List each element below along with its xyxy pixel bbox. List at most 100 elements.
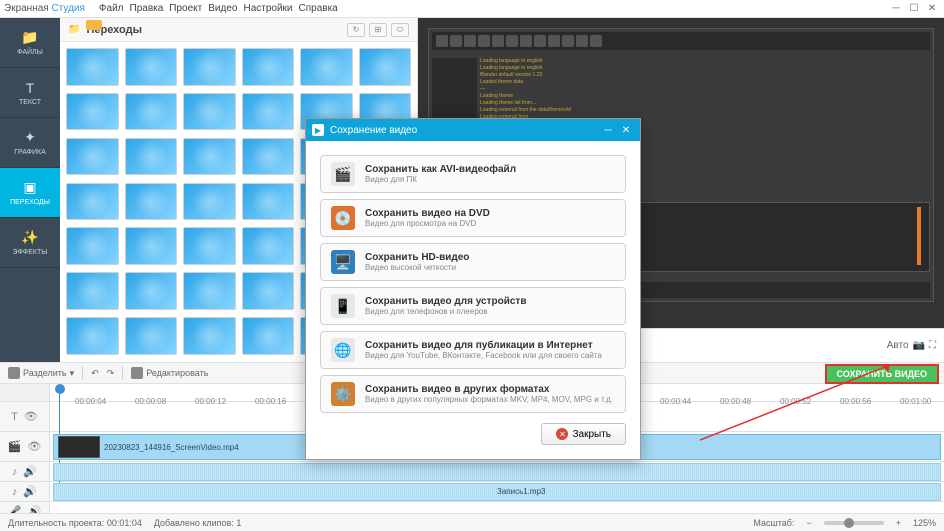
close-icon: ✕ xyxy=(556,428,568,440)
menu-bar: Файл Правка Проект Видео Настройки Справ… xyxy=(99,3,338,14)
snapshot-icon[interactable]: 📷 xyxy=(913,340,925,351)
visibility-icon[interactable]: 👁 xyxy=(24,410,38,423)
audio-track-2: ♪ 🔊 Запись1.mp3 xyxy=(0,482,944,502)
save-option-1[interactable]: 💿Сохранить видео на DVDВидео для просмот… xyxy=(320,199,626,237)
transition-thumb[interactable] xyxy=(242,272,295,310)
transition-thumb[interactable] xyxy=(66,317,119,355)
transition-thumb[interactable] xyxy=(125,317,178,355)
transition-thumb[interactable] xyxy=(125,183,178,221)
title-bar: Экранная Студия Файл Правка Проект Видео… xyxy=(0,0,944,18)
audio-clip[interactable] xyxy=(53,463,941,481)
transition-thumb[interactable] xyxy=(359,48,412,86)
sidebar-item-эффекты[interactable]: ✨ЭФФЕКТЫ xyxy=(0,218,60,268)
option-icon: 🖥️ xyxy=(331,250,355,274)
sidebar-icon: ✨ xyxy=(21,229,38,246)
playhead[interactable] xyxy=(55,384,65,394)
sidebar-icon: 📁 xyxy=(21,29,38,46)
transition-thumb[interactable] xyxy=(125,138,178,176)
menu-settings[interactable]: Настройки xyxy=(243,3,292,14)
dialog-icon: ▶ xyxy=(312,124,324,136)
split-button[interactable]: Разделить▾ xyxy=(8,367,74,379)
sidebar-icon: T xyxy=(26,80,35,96)
transition-thumb[interactable] xyxy=(183,93,236,131)
option-icon: 🌐 xyxy=(331,338,355,362)
transition-thumb[interactable] xyxy=(66,227,119,265)
menu-video[interactable]: Видео xyxy=(208,3,237,14)
save-video-dialog: ▶ Сохранение видео ─ ✕ 🎬Сохранить как AV… xyxy=(305,118,641,460)
transition-thumb[interactable] xyxy=(242,138,295,176)
option-icon: ⚙️ xyxy=(331,382,355,406)
auto-label: Авто xyxy=(887,340,909,351)
save-video-button[interactable]: СОХРАНИТЬ ВИДЕО xyxy=(825,364,939,384)
zoom-slider[interactable] xyxy=(824,521,884,525)
transition-thumb[interactable] xyxy=(242,183,295,221)
zoom-in-icon[interactable]: + xyxy=(896,518,901,528)
left-sidebar: 📁ФАЙЛЫTТЕКСТ✦ГРАФИКА▣ПЕРЕХОДЫ✨ЭФФЕКТЫ xyxy=(0,18,60,362)
option-icon: 📱 xyxy=(331,294,355,318)
transition-thumb[interactable] xyxy=(125,227,178,265)
transition-thumb[interactable] xyxy=(242,227,295,265)
fullscreen-icon[interactable]: ⛶ xyxy=(929,340,936,351)
menu-file[interactable]: Файл xyxy=(99,3,124,14)
sidebar-icon: ▣ xyxy=(23,179,36,196)
sidebar-item-переходы[interactable]: ▣ПЕРЕХОДЫ xyxy=(0,168,60,218)
transition-thumb[interactable] xyxy=(66,93,119,131)
audio-clip-2[interactable]: Запись1.mp3 xyxy=(53,483,941,501)
transition-thumb[interactable] xyxy=(66,48,119,86)
audio-track-1: ♪🔊 xyxy=(0,462,944,482)
dialog-minimize[interactable]: ─ xyxy=(600,123,616,137)
folder-icon: 📁 xyxy=(68,24,80,35)
sidebar-item-файлы[interactable]: 📁ФАЙЛЫ xyxy=(0,18,60,68)
toggle-icon[interactable]: ⬭ xyxy=(391,23,409,37)
transition-thumb[interactable] xyxy=(183,183,236,221)
option-icon: 💿 xyxy=(331,206,355,230)
sidebar-item-текст[interactable]: TТЕКСТ xyxy=(0,68,60,118)
audio-track-icon: ♪ xyxy=(12,486,18,498)
edit-button[interactable]: Редактировать xyxy=(131,367,208,379)
save-option-5[interactable]: ⚙️Сохранить видео в других форматахВидео… xyxy=(320,375,626,413)
sidebar-item-графика[interactable]: ✦ГРАФИКА xyxy=(0,118,60,168)
transition-thumb[interactable] xyxy=(300,48,353,86)
menu-help[interactable]: Справка xyxy=(299,3,338,14)
reload-icon[interactable]: ↻ xyxy=(347,23,365,37)
transition-thumb[interactable] xyxy=(183,227,236,265)
transition-thumb[interactable] xyxy=(183,317,236,355)
redo-icon[interactable]: ↷ xyxy=(107,368,115,379)
window-maximize[interactable]: ☐ xyxy=(906,2,922,16)
dialog-close-x[interactable]: ✕ xyxy=(618,123,634,137)
transition-thumb[interactable] xyxy=(242,93,295,131)
transition-thumb[interactable] xyxy=(183,272,236,310)
dialog-close-button[interactable]: ✕Закрыть xyxy=(541,423,626,445)
timeline-marker[interactable] xyxy=(86,20,102,30)
save-option-0[interactable]: 🎬Сохранить как AVI-видеофайлВидео для ПК xyxy=(320,155,626,193)
save-option-4[interactable]: 🌐Сохранить видео для публикации в Интерн… xyxy=(320,331,626,369)
mute-icon[interactable]: 🔊 xyxy=(23,465,37,478)
transition-thumb[interactable] xyxy=(125,93,178,131)
visibility-icon[interactable]: 👁 xyxy=(27,440,41,453)
undo-icon[interactable]: ↶ xyxy=(91,368,99,379)
transition-thumb[interactable] xyxy=(66,138,119,176)
dialog-title: Сохранение видео xyxy=(330,125,417,136)
transition-thumb[interactable] xyxy=(183,138,236,176)
transition-thumb[interactable] xyxy=(125,272,178,310)
transition-thumb[interactable] xyxy=(125,48,178,86)
menu-project[interactable]: Проект xyxy=(169,3,202,14)
status-bar: Длительность проекта: 00:01:04 Добавлено… xyxy=(0,513,944,531)
transition-thumb[interactable] xyxy=(66,183,119,221)
video-track-icon: 🎬 xyxy=(8,440,22,453)
transition-thumb[interactable] xyxy=(242,317,295,355)
transition-thumb[interactable] xyxy=(183,48,236,86)
window-minimize[interactable]: ─ xyxy=(888,2,904,16)
transition-thumb[interactable] xyxy=(66,272,119,310)
menu-edit[interactable]: Правка xyxy=(130,3,164,14)
option-icon: 🎬 xyxy=(331,162,355,186)
zoom-out-icon[interactable]: − xyxy=(806,518,811,528)
text-track-icon: T xyxy=(11,411,18,423)
mute-icon[interactable]: 🔊 xyxy=(23,485,37,498)
grid-view-icon[interactable]: ⊞ xyxy=(369,23,387,37)
save-option-2[interactable]: 🖥️Сохранить HD-видеоВидео высокой четкос… xyxy=(320,243,626,281)
save-option-3[interactable]: 📱Сохранить видео для устройствВидео для … xyxy=(320,287,626,325)
transition-thumb[interactable] xyxy=(242,48,295,86)
window-close[interactable]: ✕ xyxy=(924,2,940,16)
audio-track-icon: ♪ xyxy=(12,466,18,478)
